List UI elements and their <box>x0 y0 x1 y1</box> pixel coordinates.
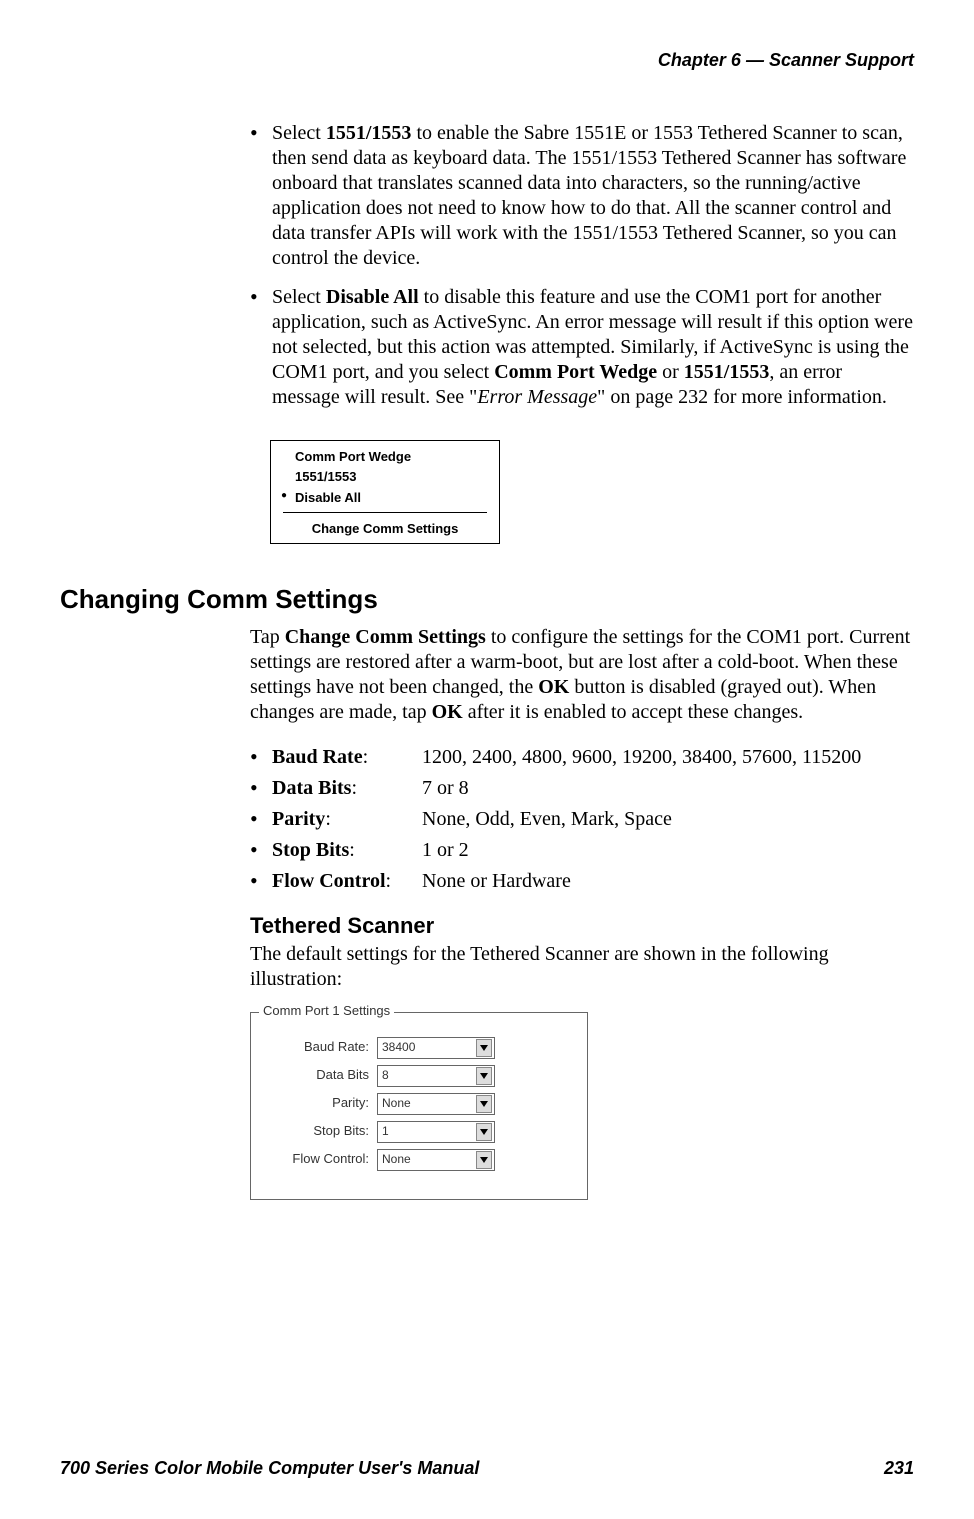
row-baud-rate: Baud Rate: 38400 <box>259 1037 579 1059</box>
setting-parity: Parity: None, Odd, Even, Mark, Space <box>250 807 914 832</box>
header-sep: — <box>746 50 764 70</box>
strong: OK <box>538 676 569 698</box>
text: to enable the Sabre 1551E or 1553 Tether… <box>272 122 906 269</box>
settings-list: Baud Rate: 1200, 2400, 4800, 9600, 19200… <box>250 745 914 894</box>
dropdown-value: 38400 <box>382 1040 415 1055</box>
emphasis: Error Message <box>477 386 597 408</box>
menu-item-disable-all[interactable]: Disable All <box>275 488 495 508</box>
menu-item-comm-port-wedge[interactable]: Comm Port Wedge <box>275 447 495 467</box>
setting-flow-control: Flow Control: None or Hardware <box>250 869 914 894</box>
data-bits-dropdown[interactable]: 8 <box>377 1065 495 1087</box>
dropdown-value: 1 <box>382 1124 389 1139</box>
text: Tap <box>250 626 285 648</box>
label: Parity: <box>259 1095 377 1111</box>
row-parity: Parity: None <box>259 1093 579 1115</box>
value: None or Hardware <box>422 869 914 894</box>
heading-changing-comm-settings: Changing Comm Settings <box>60 584 914 615</box>
context-menu-figure: Comm Port Wedge 1551/1553 Disable All Ch… <box>270 440 500 544</box>
bullet-1551-1553: Select 1551/1553 to enable the Sabre 155… <box>250 121 914 271</box>
subsection-paragraph: The default settings for the Tethered Sc… <box>250 942 914 992</box>
label: Flow Control: <box>259 1151 377 1167</box>
dropdown-value: 8 <box>382 1068 389 1083</box>
chevron-down-icon <box>476 1067 492 1085</box>
label: Stop Bits <box>272 839 349 861</box>
label: Flow Control <box>272 870 386 892</box>
label: Baud Rate <box>272 746 363 768</box>
label: Baud Rate: <box>259 1039 377 1055</box>
section-content: Tap Change Comm Settings to configure th… <box>250 625 914 1200</box>
value: 1 or 2 <box>422 838 914 863</box>
bullet-disable-all: Select Disable All to disable this featu… <box>250 285 914 410</box>
strong: Change Comm Settings <box>285 626 486 648</box>
chevron-down-icon <box>476 1123 492 1141</box>
row-data-bits: Data Bits 8 <box>259 1065 579 1087</box>
parity-dropdown[interactable]: None <box>377 1093 495 1115</box>
section-paragraph: Tap Change Comm Settings to configure th… <box>250 625 914 725</box>
label: Parity <box>272 808 325 830</box>
strong: 1551/1553 <box>684 361 770 383</box>
value: None, Odd, Even, Mark, Space <box>422 807 914 832</box>
label: Stop Bits: <box>259 1123 377 1139</box>
footer-page-number: 231 <box>884 1458 914 1479</box>
text: Select <box>272 122 326 144</box>
chevron-down-icon <box>476 1039 492 1057</box>
page-header: Chapter 6 — Scanner Support <box>60 50 914 71</box>
dropdown-value: None <box>382 1096 411 1111</box>
body-content: Select 1551/1553 to enable the Sabre 155… <box>250 121 914 544</box>
text: Select <box>272 286 326 308</box>
text: after it is enabled to accept these chan… <box>463 701 803 723</box>
chevron-down-icon <box>476 1095 492 1113</box>
value: 7 or 8 <box>422 776 914 801</box>
text: or <box>657 361 684 383</box>
text: " on page 232 for more information. <box>597 386 887 408</box>
menu-divider <box>283 512 487 513</box>
strong: OK <box>432 701 463 723</box>
comm-port-settings-dialog: Comm Port 1 Settings Baud Rate: 38400 Da… <box>250 1012 588 1200</box>
intro-bullets: Select 1551/1553 to enable the Sabre 155… <box>250 121 914 410</box>
chapter-label: Chapter <box>658 50 726 70</box>
strong: 1551/1553 <box>326 122 412 144</box>
stop-bits-dropdown[interactable]: 1 <box>377 1121 495 1143</box>
footer-manual-title: 700 Series Color Mobile Computer User's … <box>60 1458 479 1479</box>
flow-control-dropdown[interactable]: None <box>377 1149 495 1171</box>
setting-data-bits: Data Bits: 7 or 8 <box>250 776 914 801</box>
menu-item-change-comm-settings[interactable]: Change Comm Settings <box>275 517 495 537</box>
row-stop-bits: Stop Bits: 1 <box>259 1121 579 1143</box>
value: 1200, 2400, 4800, 9600, 19200, 38400, 57… <box>422 745 914 770</box>
page-footer: 700 Series Color Mobile Computer User's … <box>60 1458 914 1479</box>
strong: Disable All <box>326 286 419 308</box>
setting-baud-rate: Baud Rate: 1200, 2400, 4800, 9600, 19200… <box>250 745 914 770</box>
baud-rate-dropdown[interactable]: 38400 <box>377 1037 495 1059</box>
label: Data Bits <box>272 777 351 799</box>
row-flow-control: Flow Control: None <box>259 1149 579 1171</box>
chapter-num: 6 <box>731 50 741 70</box>
label: Data Bits <box>259 1067 377 1083</box>
page: Chapter 6 — Scanner Support Select 1551/… <box>0 0 974 1519</box>
menu-item-1551-1553[interactable]: 1551/1553 <box>275 467 495 487</box>
dropdown-value: None <box>382 1152 411 1167</box>
dialog-legend: Comm Port 1 Settings <box>259 1003 394 1019</box>
strong: Comm Port Wedge <box>494 361 657 383</box>
header-title: Scanner Support <box>769 50 914 70</box>
heading-tethered-scanner: Tethered Scanner <box>250 912 914 940</box>
chevron-down-icon <box>476 1151 492 1169</box>
setting-stop-bits: Stop Bits: 1 or 2 <box>250 838 914 863</box>
